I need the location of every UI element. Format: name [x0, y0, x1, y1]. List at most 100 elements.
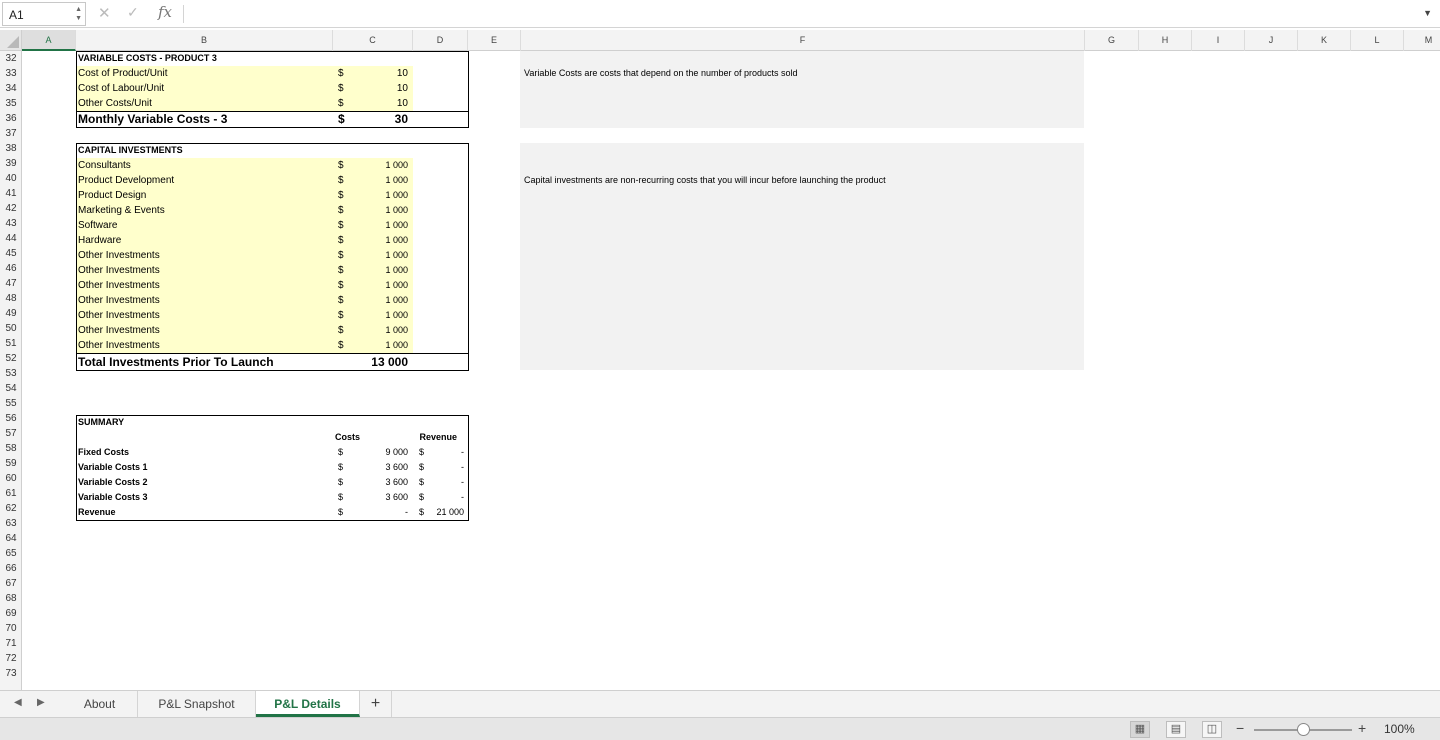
- row-header-64[interactable]: 64: [0, 531, 22, 546]
- variable-cost-value[interactable]: 10: [362, 66, 408, 81]
- row-header-69[interactable]: 69: [0, 606, 22, 621]
- row-header-36[interactable]: 36: [0, 111, 22, 126]
- capital-investment-label[interactable]: Other Investments: [78, 323, 160, 338]
- worksheet-grid[interactable]: ABCDEFGHIJKLM 32 33 34 35 36 37 38 39 40 41 42 43 44…: [0, 30, 1440, 690]
- row-header-44[interactable]: 44: [0, 231, 22, 246]
- row-header-32[interactable]: 32: [0, 51, 22, 66]
- capital-investment-value[interactable]: 1 000: [362, 263, 408, 278]
- capital-investment-value[interactable]: 1 000: [362, 203, 408, 218]
- capital-investment-value[interactable]: 1 000: [362, 293, 408, 308]
- next-sheet-icon[interactable]: ▶: [37, 697, 45, 708]
- capital-investment-label[interactable]: Consultants: [78, 158, 131, 173]
- capital-investment-value[interactable]: 1 000: [362, 278, 408, 293]
- row-header-54[interactable]: 54: [0, 381, 22, 396]
- row-header-45[interactable]: 45: [0, 246, 22, 261]
- capital-investment-value[interactable]: 1 000: [362, 158, 408, 173]
- row-header-68[interactable]: 68: [0, 591, 22, 606]
- column-header-c[interactable]: C: [333, 30, 413, 51]
- page-break-icon[interactable]: ◫: [1202, 721, 1222, 738]
- sheet-tab-about[interactable]: About: [62, 691, 138, 717]
- column-header-l[interactable]: L: [1351, 30, 1404, 51]
- capital-investment-label[interactable]: Other Investments: [78, 308, 160, 323]
- row-header-67[interactable]: 67: [0, 576, 22, 591]
- row-header-37[interactable]: 37: [0, 126, 22, 141]
- row-header-41[interactable]: 41: [0, 186, 22, 201]
- row-header-53[interactable]: 53: [0, 366, 22, 381]
- row-header-50[interactable]: 50: [0, 321, 22, 336]
- name-box[interactable]: A1 ▲ ▼: [2, 2, 86, 26]
- column-header-g[interactable]: G: [1085, 30, 1139, 51]
- row-header-38[interactable]: 38: [0, 141, 22, 156]
- row-header-48[interactable]: 48: [0, 291, 22, 306]
- column-header-d[interactable]: D: [413, 30, 468, 51]
- previous-sheet-icon[interactable]: ◀: [14, 697, 22, 708]
- zoom-level[interactable]: 100%: [1384, 722, 1415, 736]
- row-header-71[interactable]: 71: [0, 636, 22, 651]
- capital-investment-label[interactable]: Other Investments: [78, 278, 160, 293]
- capital-investment-label[interactable]: Software: [78, 218, 117, 233]
- capital-investment-value[interactable]: 1 000: [362, 233, 408, 248]
- row-header-52[interactable]: 52: [0, 351, 22, 366]
- capital-investment-label[interactable]: Other Investments: [78, 248, 160, 263]
- normal-view-icon[interactable]: ▦: [1130, 721, 1150, 738]
- variable-cost-value[interactable]: 10: [362, 81, 408, 96]
- close-icon[interactable]: ✕: [98, 4, 111, 22]
- zoom-in-button[interactable]: +: [1358, 720, 1366, 736]
- row-header-39[interactable]: 39: [0, 156, 22, 171]
- row-header-66[interactable]: 66: [0, 561, 22, 576]
- sheet-tab-p-l-snapshot[interactable]: P&L Snapshot: [138, 691, 256, 717]
- capital-investment-label[interactable]: Product Development: [78, 173, 174, 188]
- capital-investment-value[interactable]: 1 000: [362, 218, 408, 233]
- row-header-59[interactable]: 59: [0, 456, 22, 471]
- add-sheet-button[interactable]: +: [360, 691, 392, 717]
- row-header-43[interactable]: 43: [0, 216, 22, 231]
- row-header-51[interactable]: 51: [0, 336, 22, 351]
- capital-investment-value[interactable]: 1 000: [362, 323, 408, 338]
- zoom-slider-thumb[interactable]: [1297, 723, 1310, 736]
- capital-investment-value[interactable]: 1 000: [362, 248, 408, 263]
- row-header-65[interactable]: 65: [0, 546, 22, 561]
- capital-investment-label[interactable]: Marketing & Events: [78, 203, 165, 218]
- name-box-spinner-icon[interactable]: ▲ ▼: [75, 5, 82, 23]
- row-header-61[interactable]: 61: [0, 486, 22, 501]
- capital-investment-label[interactable]: Hardware: [78, 233, 121, 248]
- row-header-62[interactable]: 62: [0, 501, 22, 516]
- column-header-a[interactable]: A: [22, 30, 76, 51]
- row-header-63[interactable]: 63: [0, 516, 22, 531]
- capital-investment-value[interactable]: 1 000: [362, 173, 408, 188]
- column-header-b[interactable]: B: [76, 30, 333, 51]
- capital-investment-value[interactable]: 1 000: [362, 338, 408, 353]
- row-header-58[interactable]: 58: [0, 441, 22, 456]
- capital-investment-value[interactable]: 1 000: [362, 188, 408, 203]
- variable-cost-label[interactable]: Cost of Product/Unit: [78, 66, 167, 81]
- column-header-k[interactable]: K: [1298, 30, 1351, 51]
- column-header-j[interactable]: J: [1245, 30, 1298, 51]
- row-header-70[interactable]: 70: [0, 621, 22, 636]
- row-header-35[interactable]: 35: [0, 96, 22, 111]
- zoom-out-button[interactable]: −: [1236, 720, 1244, 736]
- variable-cost-value[interactable]: 10: [362, 96, 408, 111]
- row-header-42[interactable]: 42: [0, 201, 22, 216]
- row-header-73[interactable]: 73: [0, 666, 22, 681]
- variable-cost-label[interactable]: Other Costs/Unit: [78, 96, 152, 111]
- column-header-f[interactable]: F: [521, 30, 1085, 51]
- column-header-h[interactable]: H: [1139, 30, 1192, 51]
- row-header-46[interactable]: 46: [0, 261, 22, 276]
- row-header-33[interactable]: 33: [0, 66, 22, 81]
- row-header-57[interactable]: 57: [0, 426, 22, 441]
- capital-investment-value[interactable]: 1 000: [362, 308, 408, 323]
- fx-icon[interactable]: fx: [158, 3, 172, 21]
- row-header-72[interactable]: 72: [0, 651, 22, 666]
- row-header-56[interactable]: 56: [0, 411, 22, 426]
- variable-cost-label[interactable]: Cost of Labour/Unit: [78, 81, 164, 96]
- row-header-49[interactable]: 49: [0, 306, 22, 321]
- check-icon[interactable]: ✓: [127, 4, 139, 21]
- page-layout-icon[interactable]: ▤: [1166, 721, 1186, 738]
- capital-investment-label[interactable]: Other Investments: [78, 293, 160, 308]
- row-header-40[interactable]: 40: [0, 171, 22, 186]
- row-header-47[interactable]: 47: [0, 276, 22, 291]
- row-header-34[interactable]: 34: [0, 81, 22, 96]
- select-all-corner[interactable]: [0, 30, 22, 51]
- row-header-60[interactable]: 60: [0, 471, 22, 486]
- capital-investment-label[interactable]: Other Investments: [78, 338, 160, 353]
